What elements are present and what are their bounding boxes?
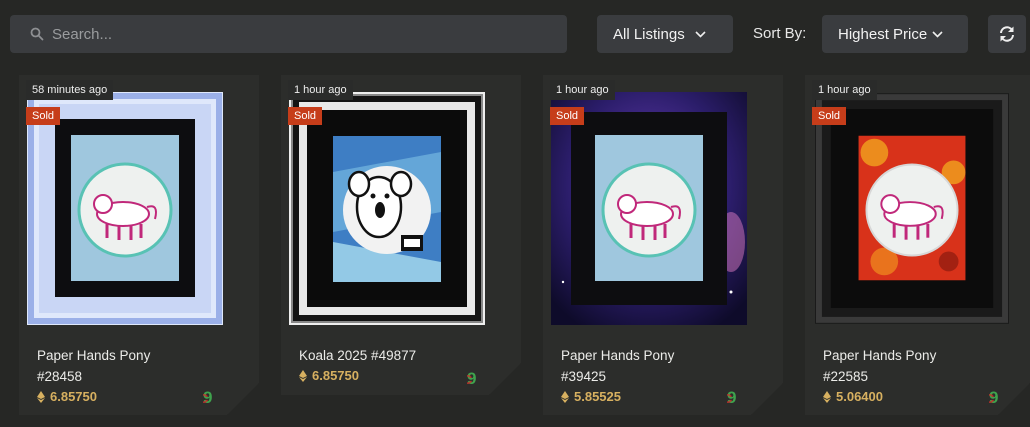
- nft-number: #39425: [561, 369, 607, 384]
- sold-badge: Sold: [26, 107, 60, 125]
- time-ago: 1 hour ago: [288, 80, 353, 100]
- sold-badge: Sold: [288, 107, 322, 125]
- nft-price: 5.06400: [823, 389, 883, 404]
- nft-number: #22585: [823, 369, 869, 384]
- nft-name: Paper Hands Pony: [37, 348, 151, 363]
- ethereum-icon: [561, 391, 569, 403]
- price-value: 5.85525: [574, 389, 621, 404]
- marketplace-logo-icon: 9 c: [203, 388, 225, 408]
- sort-dropdown[interactable]: Highest Price: [822, 15, 968, 53]
- marketplace-logo-icon: 9 c: [989, 388, 1011, 408]
- nft-thumbnail[interactable]: [815, 92, 1009, 325]
- nft-name: Paper Hands Pony: [561, 348, 675, 363]
- ethereum-icon: [299, 370, 307, 382]
- nft-thumbnail[interactable]: [27, 92, 223, 325]
- search-bar[interactable]: [10, 15, 567, 53]
- marketplace-logo-icon: 9 c: [727, 388, 749, 408]
- nft-card[interactable]: 1 hour ago Sold Paper Hands Pony #39425 …: [543, 75, 783, 415]
- time-ago: 1 hour ago: [812, 80, 877, 100]
- nft-name: Koala 2025 #49877: [299, 348, 417, 363]
- price-value: 6.85750: [312, 368, 359, 383]
- refresh-icon: [1000, 26, 1014, 42]
- nft-card[interactable]: 58 minutes ago Sold Paper Hands Pony #28…: [19, 75, 259, 415]
- nft-number: #28458: [37, 369, 83, 384]
- sold-badge: Sold: [550, 107, 584, 125]
- svg-text:c: c: [467, 369, 472, 388]
- sold-badge: Sold: [812, 107, 846, 125]
- nft-card[interactable]: 1 hour ago Sold Paper Hands Pony #22585 …: [805, 75, 1030, 415]
- time-ago: 58 minutes ago: [26, 80, 113, 100]
- nft-thumbnail[interactable]: [289, 92, 485, 325]
- svg-text:c: c: [727, 388, 732, 407]
- price-value: 5.06400: [836, 389, 883, 404]
- ethereum-icon: [823, 391, 831, 403]
- svg-text:c: c: [989, 388, 994, 407]
- listings-filter-dropdown[interactable]: All Listings: [597, 15, 733, 53]
- nft-name: Paper Hands Pony: [823, 348, 937, 363]
- refresh-button[interactable]: [988, 15, 1026, 53]
- nft-thumbnail[interactable]: [551, 92, 747, 325]
- ethereum-icon: [37, 391, 45, 403]
- sort-by-label: Sort By:: [753, 25, 807, 42]
- marketplace-logo-icon: 9 c: [467, 369, 489, 389]
- sort-value: Highest Price: [838, 25, 928, 43]
- nft-price: 6.85750: [37, 389, 97, 404]
- nft-price: 5.85525: [561, 389, 621, 404]
- svg-text:c: c: [203, 388, 208, 407]
- listings-filter-label: All Listings: [613, 25, 685, 43]
- chevron-down-icon: [932, 30, 943, 38]
- price-value: 6.85750: [50, 389, 97, 404]
- nft-card[interactable]: 1 hour ago Sold Koala 2025 #49877 6.8575…: [281, 75, 521, 395]
- nft-price: 6.85750: [299, 368, 359, 383]
- search-icon: [30, 27, 44, 41]
- search-input[interactable]: [52, 19, 532, 49]
- chevron-down-icon: [695, 30, 706, 38]
- time-ago: 1 hour ago: [550, 80, 615, 100]
